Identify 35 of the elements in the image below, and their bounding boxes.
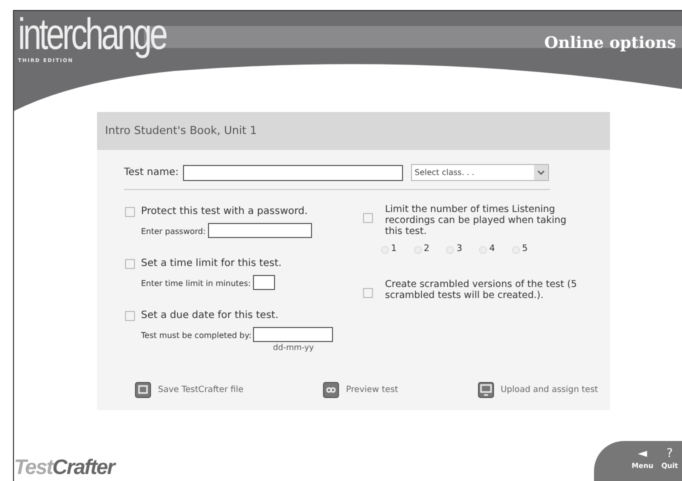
option-label: Set a due date for this test. xyxy=(141,309,278,323)
page-title: Online options xyxy=(544,32,676,54)
checkbox[interactable] xyxy=(125,206,135,216)
field-label: Enter time limit in minutes: xyxy=(141,278,251,290)
panel-title: Intro Student's Book, Unit 1 xyxy=(105,122,257,139)
option-label: Protect this test with a password. xyxy=(141,205,308,219)
date-field[interactable] xyxy=(253,327,334,342)
class-dropdown[interactable]: Select class. . . xyxy=(410,164,549,181)
action-link[interactable]: Save TestCrafter file xyxy=(135,382,244,398)
glasses-icon xyxy=(322,382,339,398)
field-label: Enter password: xyxy=(141,226,206,238)
radio-option[interactable]: 1 xyxy=(381,243,397,256)
brand-logo: TestCrafter xyxy=(14,455,114,481)
action-link[interactable]: Preview test xyxy=(322,382,398,398)
option-label: Limit the number of times Listening recordings can be played when taking this test. xyxy=(385,204,568,237)
date-format-hint: dd-mm-yy xyxy=(273,342,314,354)
checkbox[interactable] xyxy=(125,258,135,268)
checkbox[interactable] xyxy=(363,213,373,223)
logo: interchange xyxy=(18,12,166,58)
field-label: Test must be completed by: xyxy=(141,330,252,342)
radio-option[interactable]: 4 xyxy=(479,243,495,256)
checkbox[interactable] xyxy=(125,310,135,320)
radio-option[interactable]: 2 xyxy=(414,243,430,256)
test-name-field[interactable] xyxy=(182,164,403,180)
option-label: Create scrambled versions of the test (5 scrambled tests will be created.). xyxy=(385,278,578,300)
radio-option[interactable]: 5 xyxy=(512,243,528,256)
field-label: Test name: xyxy=(124,166,179,180)
option-label: Set a time limit for this test. xyxy=(141,257,282,271)
action-link[interactable]: Upload and assign test xyxy=(478,382,598,398)
checkbox[interactable] xyxy=(363,288,373,298)
chevron-icon xyxy=(534,165,548,180)
password-field[interactable] xyxy=(208,223,312,238)
minutes-field[interactable] xyxy=(252,275,275,290)
monitor-icon xyxy=(478,382,494,398)
radio-option[interactable]: 3 xyxy=(446,243,462,256)
